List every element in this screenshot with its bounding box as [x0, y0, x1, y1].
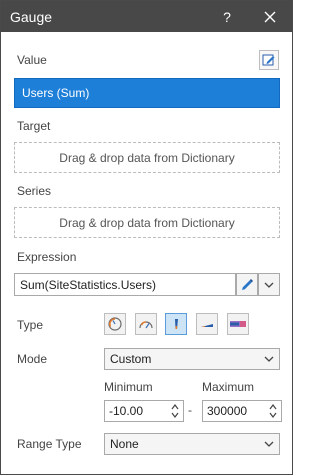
- half-circular-gauge-icon: [139, 321, 153, 329]
- mode-select[interactable]: Custom: [104, 348, 280, 370]
- horizontal-gauge-icon: [201, 324, 213, 327]
- type-linear-button[interactable]: [165, 313, 187, 335]
- circular-gauge-icon: [108, 317, 122, 331]
- type-label: Type: [17, 318, 44, 332]
- edit-expression-button[interactable]: [236, 273, 258, 296]
- bullet-gauge-icon: [230, 321, 246, 327]
- pencil-icon: [242, 278, 253, 290]
- type-half-circular-button[interactable]: [135, 313, 157, 335]
- close-button[interactable]: [255, 1, 285, 32]
- type-bullet-button[interactable]: [227, 313, 249, 335]
- expression-dropdown-button[interactable]: [258, 273, 280, 296]
- chevron-down-icon: [264, 441, 274, 447]
- minimum-input[interactable]: -10.00: [104, 400, 184, 422]
- type-full-circular-button[interactable]: [104, 313, 126, 335]
- value-field[interactable]: Users (Sum): [14, 78, 280, 108]
- title-bar: Gauge ?: [1, 1, 292, 32]
- value-label: Value: [17, 53, 47, 67]
- series-drop-zone[interactable]: Drag & drop data from Dictionary: [14, 207, 280, 238]
- chevron-down-icon: [264, 282, 274, 288]
- gauge-dialog: Gauge ? Value Users (Sum) Target Drag & …: [0, 0, 293, 475]
- range-type-select[interactable]: None: [104, 433, 280, 455]
- linear-gauge-icon: [175, 319, 178, 329]
- expression-input[interactable]: Sum(SiteStatistics.Users): [14, 273, 236, 296]
- expression-label: Expression: [17, 250, 77, 264]
- maximum-label: Maximum: [202, 380, 255, 394]
- minimum-value: -10.00: [109, 404, 144, 418]
- close-icon: [264, 11, 276, 22]
- chevron-down-icon: [264, 356, 274, 362]
- spinner-arrows-icon[interactable]: [170, 402, 180, 420]
- edit-value-button[interactable]: [259, 50, 279, 70]
- target-drop-zone[interactable]: Drag & drop data from Dictionary: [14, 142, 280, 173]
- mode-label: Mode: [17, 352, 48, 366]
- target-label: Target: [17, 119, 51, 133]
- series-label: Series: [17, 184, 52, 198]
- type-horizontal-linear-button[interactable]: [196, 313, 218, 335]
- edit-icon: [262, 54, 275, 66]
- mode-value: Custom: [110, 352, 152, 366]
- maximum-input[interactable]: 300000: [202, 400, 282, 422]
- dialog-title: Gauge: [10, 9, 53, 25]
- range-type-label: Range Type: [17, 437, 82, 451]
- spinner-arrows-icon[interactable]: [268, 402, 278, 420]
- help-button[interactable]: ?: [214, 1, 240, 32]
- range-type-value: None: [110, 437, 139, 451]
- range-separator: -: [188, 403, 192, 417]
- minimum-label: Minimum: [104, 380, 153, 394]
- maximum-value: 300000: [207, 404, 248, 418]
